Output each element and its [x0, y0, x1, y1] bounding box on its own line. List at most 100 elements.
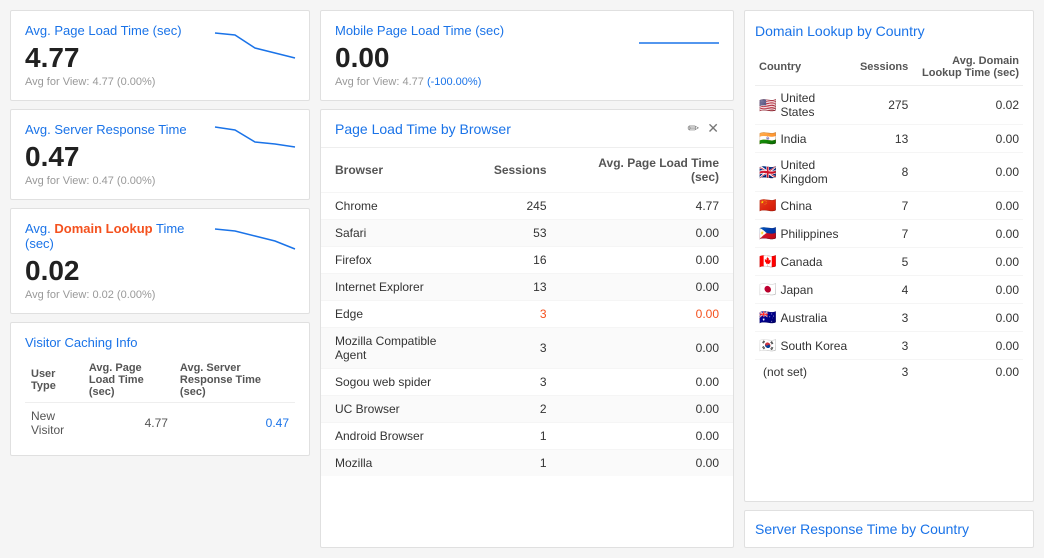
country-name: Japan — [780, 283, 813, 297]
browser-name: Android Browser — [321, 423, 480, 450]
country-avg-domain: 0.00 — [912, 276, 1023, 304]
table-row: 🇦🇺Australia30.00 — [755, 304, 1023, 332]
middle-column: Mobile Page Load Time (sec) 0.00 Avg for… — [320, 10, 734, 548]
table-row: 🇯🇵Japan40.00 — [755, 276, 1023, 304]
table-row: 🇨🇳China70.00 — [755, 192, 1023, 220]
country-sessions: 7 — [856, 220, 912, 248]
domain-lookup-title: Domain Lookup by Country — [755, 23, 1023, 39]
visitor-caching-title: Visitor Caching Info — [25, 335, 295, 350]
visitor-page-load: 4.77 — [83, 403, 174, 444]
table-row: Mozilla Compatible Agent30.00 — [321, 328, 733, 369]
visitor-caching-card: Visitor Caching Info User Type Avg. Page… — [10, 322, 310, 456]
avg-domain-lookup-value: 0.02 — [25, 255, 215, 287]
avg-server-response-sparkline — [215, 122, 295, 162]
avg-page-load-card: Avg. Page Load Time (sec) 4.77 Avg for V… — [10, 10, 310, 101]
country-cell: 🇵🇭Philippines — [755, 220, 856, 248]
browser-card-actions: ✏ ✕ — [688, 120, 719, 137]
flag-icon: 🇨🇦 — [759, 253, 776, 270]
flag-icon: 🇮🇳 — [759, 130, 776, 147]
flag-icon: 🇦🇺 — [759, 309, 776, 326]
country-name: Australia — [780, 311, 827, 325]
domain-col-sessions: Sessions — [856, 49, 912, 86]
browser-sessions: 245 — [480, 193, 561, 220]
visitor-server-response: 0.47 — [174, 403, 295, 444]
edit-icon[interactable]: ✏ — [688, 120, 700, 137]
right-column: Domain Lookup by Country Country Session… — [744, 10, 1034, 548]
avg-server-response-sub: Avg for View: 0.47 (0.00%) — [25, 175, 187, 187]
domain-col-avg-domain: Avg. Domain Lookup Time (sec) — [912, 49, 1023, 86]
browser-name: Firefox — [321, 247, 480, 274]
table-row: 🇨🇦Canada50.00 — [755, 248, 1023, 276]
flag-icon: 🇺🇸 — [759, 97, 776, 114]
table-row: Chrome2454.77 — [321, 193, 733, 220]
country-cell: 🇮🇳 India — [755, 125, 856, 153]
top-metric-row: Mobile Page Load Time (sec) 0.00 Avg for… — [320, 10, 734, 101]
browser-name: Safari — [321, 220, 480, 247]
domain-col-country: Country — [755, 49, 856, 86]
browser-sessions: 2 — [480, 396, 561, 423]
browser-sessions: 16 — [480, 247, 561, 274]
country-sessions: 3 — [856, 304, 912, 332]
avg-domain-lookup-title: Avg. Domain Lookup Time (sec) — [25, 221, 215, 251]
browser-name: UC Browser — [321, 396, 480, 423]
browser-table: Browser Sessions Avg. Page Load Time (se… — [321, 148, 733, 476]
country-cell: 🇰🇷South Korea — [755, 332, 856, 360]
table-row: 🇮🇳India130.00 — [755, 125, 1023, 153]
main-container: Avg. Page Load Time (sec) 4.77 Avg for V… — [0, 0, 1044, 558]
browser-avg-load: 4.77 — [561, 193, 733, 220]
avg-domain-lookup-sub: Avg for View: 0.02 (0.00%) — [25, 289, 215, 301]
country-avg-domain: 0.00 — [912, 332, 1023, 360]
country-avg-domain: 0.00 — [912, 360, 1023, 385]
avg-page-load-sub: Avg for View: 4.77 (0.00%) — [25, 76, 182, 88]
country-sessions: 13 — [856, 125, 912, 153]
country-sessions: 4 — [856, 276, 912, 304]
visitor-col-page-load: Avg. Page Load Time (sec) — [83, 358, 174, 403]
table-row: Edge30.00 — [321, 301, 733, 328]
visitor-col-user-type: User Type — [25, 358, 83, 403]
browser-avg-load: 0.00 — [561, 450, 733, 477]
country-cell: 🇬🇧United Kingdom — [755, 153, 856, 192]
country-name: Philippines — [780, 227, 838, 241]
table-row: Internet Explorer130.00 — [321, 274, 733, 301]
table-row: UC Browser20.00 — [321, 396, 733, 423]
browser-name: Internet Explorer — [321, 274, 480, 301]
browser-avg-load: 0.00 — [561, 301, 733, 328]
country-name: India — [780, 132, 806, 146]
browser-sessions: 3 — [480, 328, 561, 369]
browser-col-browser: Browser — [321, 148, 480, 193]
browser-name: Mozilla — [321, 450, 480, 477]
country-avg-domain: 0.00 — [912, 248, 1023, 276]
mobile-page-load-card: Mobile Page Load Time (sec) 0.00 Avg for… — [320, 10, 734, 101]
country-sessions: 8 — [856, 153, 912, 192]
avg-page-load-sparkline — [215, 23, 295, 63]
browser-sessions: 3 — [480, 301, 561, 328]
country-avg-domain: 0.00 — [912, 220, 1023, 248]
country-sessions: 3 — [856, 360, 912, 385]
table-row: 🇵🇭Philippines70.00 — [755, 220, 1023, 248]
avg-server-response-title: Avg. Server Response Time — [25, 122, 187, 137]
domain-lookup-card: Domain Lookup by Country Country Session… — [744, 10, 1034, 502]
browser-sessions: 3 — [480, 369, 561, 396]
browser-sessions: 13 — [480, 274, 561, 301]
country-cell: 🇨🇳China — [755, 192, 856, 220]
flag-icon: 🇰🇷 — [759, 337, 776, 354]
browser-avg-load: 0.00 — [561, 328, 733, 369]
country-name: (not set) — [763, 365, 807, 379]
visitor-user-type: New Visitor — [25, 403, 83, 444]
browser-sessions: 1 — [480, 423, 561, 450]
browser-avg-load: 0.00 — [561, 220, 733, 247]
country-avg-domain: 0.00 — [912, 192, 1023, 220]
browser-col-sessions: Sessions — [480, 148, 561, 193]
country-cell: 🇦🇺 Australia — [755, 304, 856, 332]
mobile-page-load-sparkline — [639, 23, 719, 63]
country-sessions: 3 — [856, 332, 912, 360]
country-name: United States — [780, 91, 852, 119]
close-icon[interactable]: ✕ — [707, 120, 719, 137]
table-row: 🇰🇷South Korea30.00 — [755, 332, 1023, 360]
avg-page-load-value: 4.77 — [25, 42, 182, 74]
visitor-col-server-response: Avg. Server Response Time (sec) — [174, 358, 295, 403]
browser-sessions: 1 — [480, 450, 561, 477]
table-row: 🇺🇸United States2750.02 — [755, 86, 1023, 125]
browser-card-header: Page Load Time by Browser ✏ ✕ — [321, 110, 733, 148]
flag-icon: 🇨🇳 — [759, 197, 776, 214]
